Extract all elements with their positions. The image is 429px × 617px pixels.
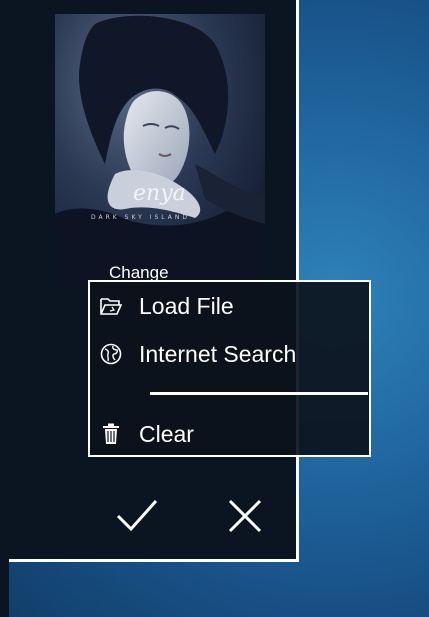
cancel-button[interactable]: [221, 492, 269, 540]
confirm-button[interactable]: [113, 492, 161, 540]
trash-icon: [99, 422, 123, 446]
menu-item-clear[interactable]: Clear: [90, 412, 369, 456]
menu-item-load-file[interactable]: Load File: [90, 284, 369, 328]
menu-item-label: Load File: [139, 292, 234, 319]
menu-item-internet-search[interactable]: Internet Search: [90, 332, 369, 376]
menu-item-label: Internet Search: [139, 340, 297, 367]
menu-item-label: Clear: [139, 420, 194, 447]
window-edge: [0, 0, 9, 617]
album-logo-text: enya: [133, 181, 186, 206]
globe-icon: [99, 342, 123, 366]
close-icon: [228, 499, 262, 533]
album-subtitle-text: DARK SKY ISLAND: [91, 214, 190, 221]
context-menu: Load File Internet Search Clear: [88, 280, 371, 457]
menu-separator: [150, 392, 368, 395]
folder-open-icon: [99, 294, 123, 318]
album-cover-image[interactable]: enya DARK SKY ISLAND: [55, 14, 265, 290]
checkmark-icon: [116, 500, 158, 532]
